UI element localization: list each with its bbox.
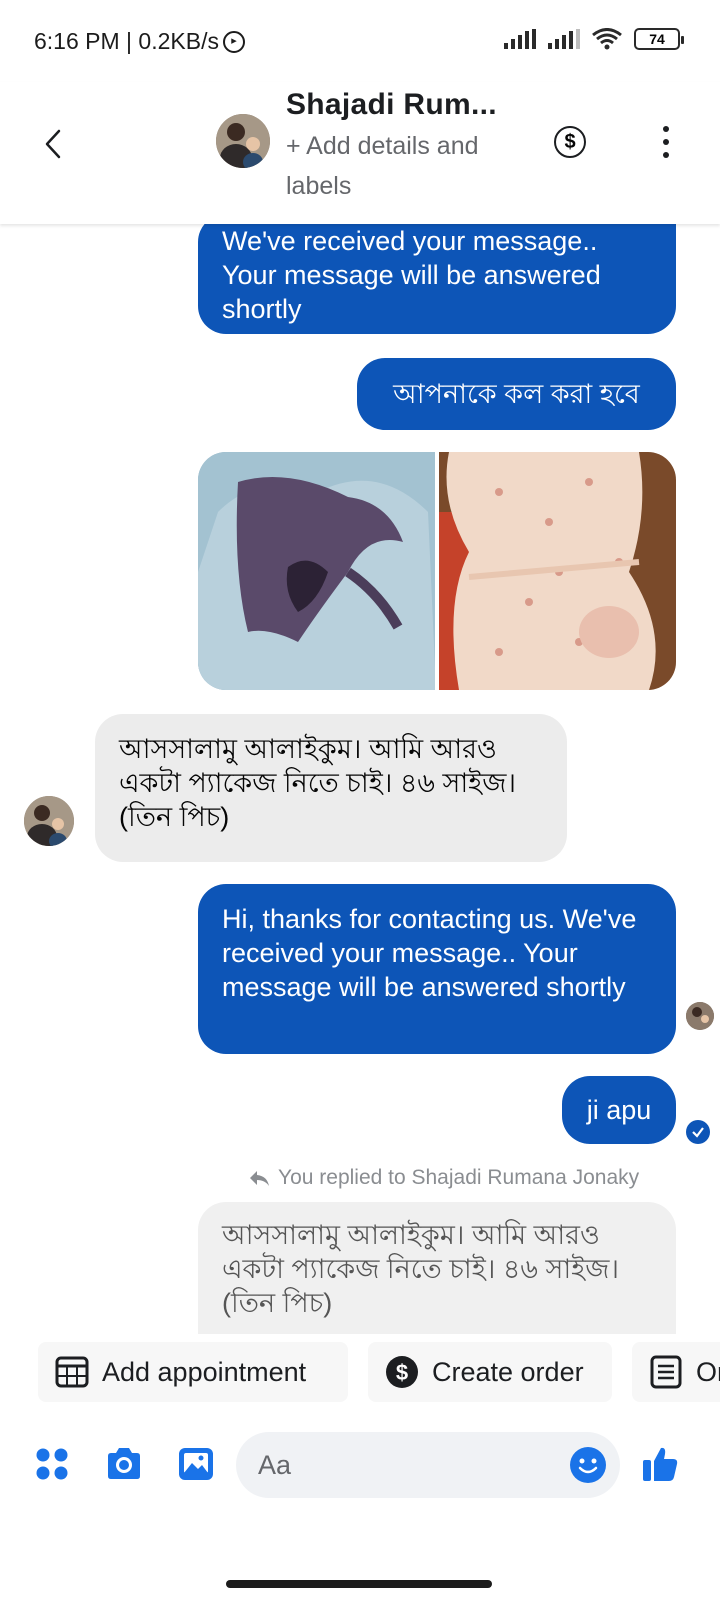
contact-name[interactable]: Shajadi Rum... (286, 88, 497, 122)
smiley-icon (578, 1458, 598, 1474)
camera-button[interactable] (102, 1442, 146, 1486)
create-order-label: Create order (432, 1356, 584, 1387)
outgoing-message[interactable]: ji apu (562, 1076, 676, 1144)
orders-label: Or (696, 1356, 720, 1387)
signal-icon (504, 29, 536, 49)
message-composer (0, 1420, 720, 1510)
incoming-message[interactable]: আসসালামু আলাইকুম। আমি আরও একটা প্যাকেজ ন… (95, 714, 567, 862)
message-input[interactable] (258, 1446, 558, 1484)
wifi-icon (592, 28, 622, 50)
back-button[interactable] (38, 124, 68, 164)
calendar-icon (54, 1354, 90, 1390)
conversation-header: Shajadi Rum... + Add details and labels … (0, 82, 720, 224)
svg-text:$: $ (396, 1360, 408, 1385)
home-indicator[interactable] (226, 1580, 492, 1588)
payment-button[interactable]: $ (554, 126, 586, 158)
photo-attachment[interactable] (198, 452, 435, 690)
like-button[interactable] (638, 1442, 682, 1486)
contact-avatar[interactable] (216, 114, 270, 168)
delivered-check-icon (686, 1120, 710, 1144)
sender-avatar[interactable] (24, 796, 74, 846)
data-saver-icon: ▸ (222, 30, 245, 53)
chevron-left-icon (45, 129, 61, 159)
battery-icon: 74 (634, 28, 684, 50)
apps-button[interactable] (30, 1442, 74, 1486)
status-time-text: 6:16 PM | 0.2KB/s (34, 28, 219, 54)
create-order-button[interactable]: $ Create order (368, 1342, 612, 1402)
dollar-circle-icon: $ (384, 1354, 420, 1390)
photo-attachment-group[interactable] (198, 452, 676, 690)
gallery-button[interactable] (174, 1442, 218, 1486)
image-icon (179, 1448, 213, 1480)
message-input-wrap[interactable] (236, 1432, 620, 1498)
orders-button[interactable]: Or (632, 1342, 720, 1402)
photo-attachment[interactable] (439, 452, 676, 690)
grid-dots-icon (36, 1448, 68, 1480)
more-options-button[interactable] (656, 126, 676, 158)
reply-note-text: You replied to Shajadi Rumana Jonaky (278, 1166, 640, 1189)
battery-level: 74 (649, 31, 665, 47)
outgoing-message[interactable]: আপনাকে কল করা হবে (357, 358, 676, 430)
status-icons: 74 (504, 28, 684, 50)
seen-avatar (686, 1002, 714, 1030)
reply-arrow-icon (250, 1171, 269, 1186)
quoted-message[interactable]: আসসালামু আলাইকুম। আমি আরও একটা প্যাকেজ ন… (198, 1202, 676, 1334)
add-details-link[interactable]: + Add details and labels (286, 126, 486, 206)
quick-actions-bar[interactable]: Add appointment $ Create order Or (0, 1334, 720, 1410)
signal-icon-2 (548, 29, 580, 49)
status-bar: 6:16 PM | 0.2KB/s ▸ 74 (0, 0, 720, 82)
camera-icon (108, 1448, 140, 1479)
reply-indicator: You replied to Shajadi Rumana Jonaky (248, 1166, 639, 1190)
add-appointment-button[interactable]: Add appointment (38, 1342, 348, 1402)
emoji-button[interactable] (570, 1447, 606, 1483)
vertical-dots-icon (663, 126, 669, 132)
outgoing-message[interactable]: Hi, thanks for contacting us. We've rece… (198, 884, 676, 1054)
status-time: 6:16 PM | 0.2KB/s ▸ (34, 28, 245, 55)
dollar-circle-icon: $ (564, 130, 576, 153)
outgoing-message[interactable]: We've received your message.. Your messa… (198, 224, 676, 334)
list-document-icon (648, 1354, 684, 1390)
thumbs-up-icon (643, 1447, 678, 1481)
add-appointment-label: Add appointment (102, 1356, 307, 1387)
message-list[interactable]: We've received your message.. Your messa… (0, 224, 720, 1334)
